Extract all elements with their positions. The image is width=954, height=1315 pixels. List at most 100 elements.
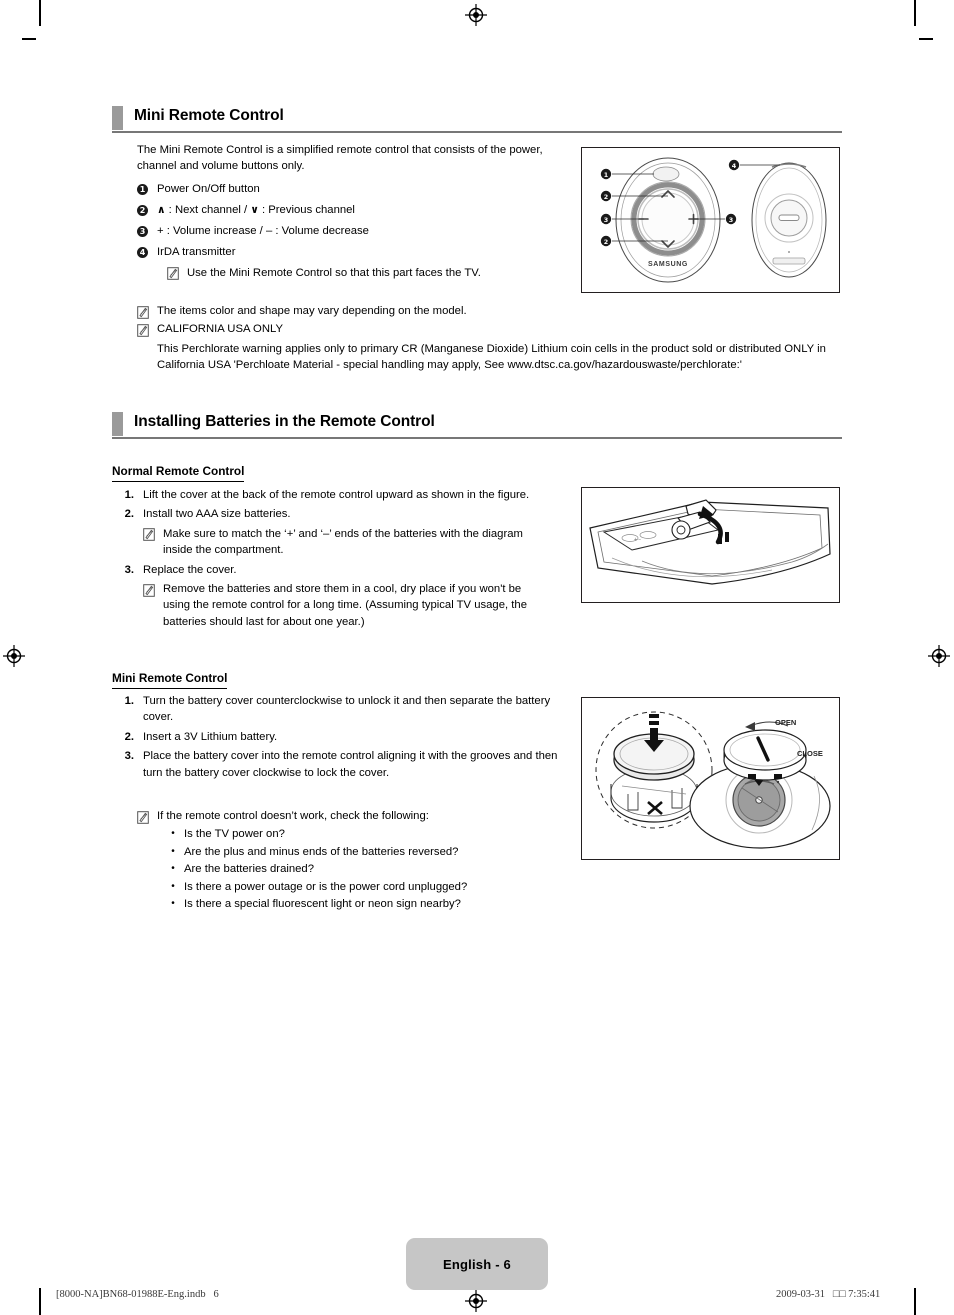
footer-file-name: [8000-NA]BN68-01988E-Eng.indb 6	[56, 1289, 219, 1300]
troubleshooting-list: If the remote control doesn’t work, chec…	[137, 808, 577, 913]
troubleshooting-item-2: Are the plus and minus ends of the batte…	[184, 845, 459, 858]
svg-text:+ −: + −	[634, 537, 641, 543]
document-page: Mini Remote Control The Mini Remote Cont…	[0, 0, 954, 1315]
page-number-badge: English - 6	[406, 1238, 548, 1290]
figure-mini-remote-battery: OPEN CLOSE	[581, 697, 840, 860]
section1-notes: The items color and shape may vary depen…	[137, 303, 847, 374]
note-row: CALIFORNIA USA ONLY	[137, 321, 847, 337]
subheading-mini-remote-control-batteries: Mini Remote Control	[112, 671, 228, 689]
bullet-icon: •	[171, 863, 175, 875]
section-heading-mini-remote-control: Mini Remote Control	[112, 106, 284, 130]
step-number-1: 1.	[124, 695, 134, 707]
crop-mark-top-right-vertical	[914, 0, 916, 26]
callout-text-2: ∧ : Next channel / ∨ : Previous channel	[157, 202, 355, 218]
list-item: • Is the TV power on?	[168, 826, 577, 842]
list-item: 1 Power On/Off button	[137, 181, 567, 197]
callout-number-3: 3	[137, 225, 148, 237]
page-title: Mini Remote Control	[134, 107, 284, 124]
crop-mark-top-left-horizontal	[22, 38, 36, 40]
bullet-icon: •	[171, 880, 175, 892]
list-item: • Are the plus and minus ends of the bat…	[168, 844, 577, 860]
note-pencil-icon	[137, 305, 149, 319]
normal-remote-steps: 1. Lift the cover at the back of the rem…	[112, 487, 562, 633]
svg-text:CLOSE: CLOSE	[797, 749, 823, 758]
step-number-3: 3.	[124, 750, 134, 763]
section-heading-rule	[112, 437, 842, 439]
step-number-3: 3.	[124, 563, 134, 576]
step-number-2: 2.	[124, 508, 134, 521]
callout-text-2-post: : Previous channel	[258, 203, 355, 216]
list-item: 2. Install two AAA size batteries.	[112, 506, 562, 522]
step-text-3: Replace the cover.	[143, 563, 237, 576]
callout-text-1: Power On/Off button	[157, 183, 260, 195]
troubleshooting-item-5: Is there a special fluorescent light or …	[184, 898, 461, 911]
note-pencil-icon	[167, 267, 179, 280]
note-pencil-icon	[143, 583, 155, 597]
troubleshooting-item-1: Is the TV power on?	[184, 828, 285, 841]
list-item: 1. Lift the cover at the back of the rem…	[112, 487, 562, 503]
crop-mark-bottom-right-vertical	[914, 1288, 916, 1315]
step-text-2: Install two AAA size batteries.	[143, 508, 291, 521]
troubleshooting-item-4: Is there a power outage or is the power …	[184, 880, 468, 893]
registration-mark-top	[465, 4, 487, 26]
chevron-down-icon: ∨	[250, 203, 259, 216]
note-text-items-color: The items color and shape may vary depen…	[157, 305, 467, 317]
step-text-1: Lift the cover at the back of the remote…	[143, 489, 530, 501]
list-item: 3. Place the battery cover into the remo…	[112, 748, 567, 781]
crop-mark-bottom-left-vertical	[39, 1288, 41, 1315]
svg-text:2: 2	[604, 238, 608, 246]
page-number-label: English - 6	[443, 1256, 511, 1272]
step-number-1: 1.	[124, 489, 134, 501]
chevron-up-icon: ∧	[157, 203, 166, 216]
troubleshooting-item-3: Are the batteries drained?	[184, 863, 314, 876]
registration-mark-bottom	[465, 1290, 487, 1312]
bullet-icon: •	[171, 898, 175, 910]
subheading-normal-remote-control: Normal Remote Control	[112, 464, 245, 482]
list-item: • Is there a special fluorescent light o…	[168, 896, 577, 912]
step-text-3: Place the battery cover into the remote …	[143, 750, 558, 779]
footer-timestamp: 2009-03-31 □□ 7:35:41	[776, 1289, 881, 1300]
note-text-remove-batteries: Remove the batteries and store them in a…	[163, 583, 527, 628]
callout-text-2-mid: : Next channel /	[165, 203, 251, 216]
list-item: 2. Insert a 3V Lithium battery.	[112, 729, 567, 745]
note-row: Remove the batteries and store them in a…	[143, 581, 562, 630]
registration-mark-right	[928, 645, 950, 667]
list-item: 4 IrDA transmitter	[137, 244, 567, 260]
note-pencil-icon	[137, 810, 149, 824]
note-row: If the remote control doesn’t work, chec…	[137, 808, 577, 824]
note-text-match-ends: Make sure to match the ‘+’ and ‘–’ ends …	[163, 527, 523, 557]
figure-normal-remote-battery: + −	[581, 487, 840, 603]
note-text-california: CALIFORNIA USA ONLY	[157, 323, 283, 336]
callout-text-3: + : Volume increase / – : Volume decreas…	[157, 224, 369, 237]
svg-text:SAMSUNG: SAMSUNG	[648, 261, 688, 268]
note-row: The items color and shape may vary depen…	[137, 303, 847, 319]
crop-mark-top-left-vertical	[39, 0, 41, 26]
svg-text:3: 3	[604, 216, 608, 224]
heading-accent-bar	[112, 106, 123, 130]
list-item: 1. Turn the battery cover counterclockwi…	[112, 693, 567, 726]
callout-number-4: 4	[137, 246, 148, 258]
svg-text:1: 1	[604, 171, 608, 179]
note-pencil-icon	[137, 324, 149, 337]
perchlorate-warning-text: This Perchlorate warning applies only to…	[157, 342, 826, 372]
section-heading-rule	[112, 131, 842, 133]
step-text-2: Insert a 3V Lithium battery.	[143, 730, 278, 743]
mini-remote-steps: 1. Turn the battery cover counterclockwi…	[112, 693, 567, 784]
svg-text:3: 3	[729, 216, 733, 224]
svg-text:4: 4	[732, 162, 737, 170]
note-row: Use the Mini Remote Control so that this…	[167, 265, 567, 281]
registration-mark-left	[3, 645, 25, 667]
step-text-1: Turn the battery cover counterclockwise …	[143, 695, 551, 724]
callout-text-4: IrDA transmitter	[157, 245, 236, 258]
svg-text:OPEN: OPEN	[775, 718, 796, 727]
bullet-icon: •	[171, 828, 175, 840]
section-title-installing-batteries: Installing Batteries in the Remote Contr…	[134, 413, 435, 430]
troubleshooting-intro: If the remote control doesn’t work, chec…	[157, 810, 429, 822]
bullet-icon: •	[171, 845, 175, 857]
intro-paragraph: The Mini Remote Control is a simplified …	[137, 144, 543, 173]
list-item: 2 ∧ : Next channel / ∨ : Previous channe…	[137, 202, 567, 218]
list-item: 3 + : Volume increase / – : Volume decre…	[137, 223, 567, 239]
section-heading-installing-batteries: Installing Batteries in the Remote Contr…	[112, 412, 435, 436]
list-item: • Is there a power outage or is the powe…	[168, 879, 577, 895]
step-number-2: 2.	[124, 730, 134, 743]
